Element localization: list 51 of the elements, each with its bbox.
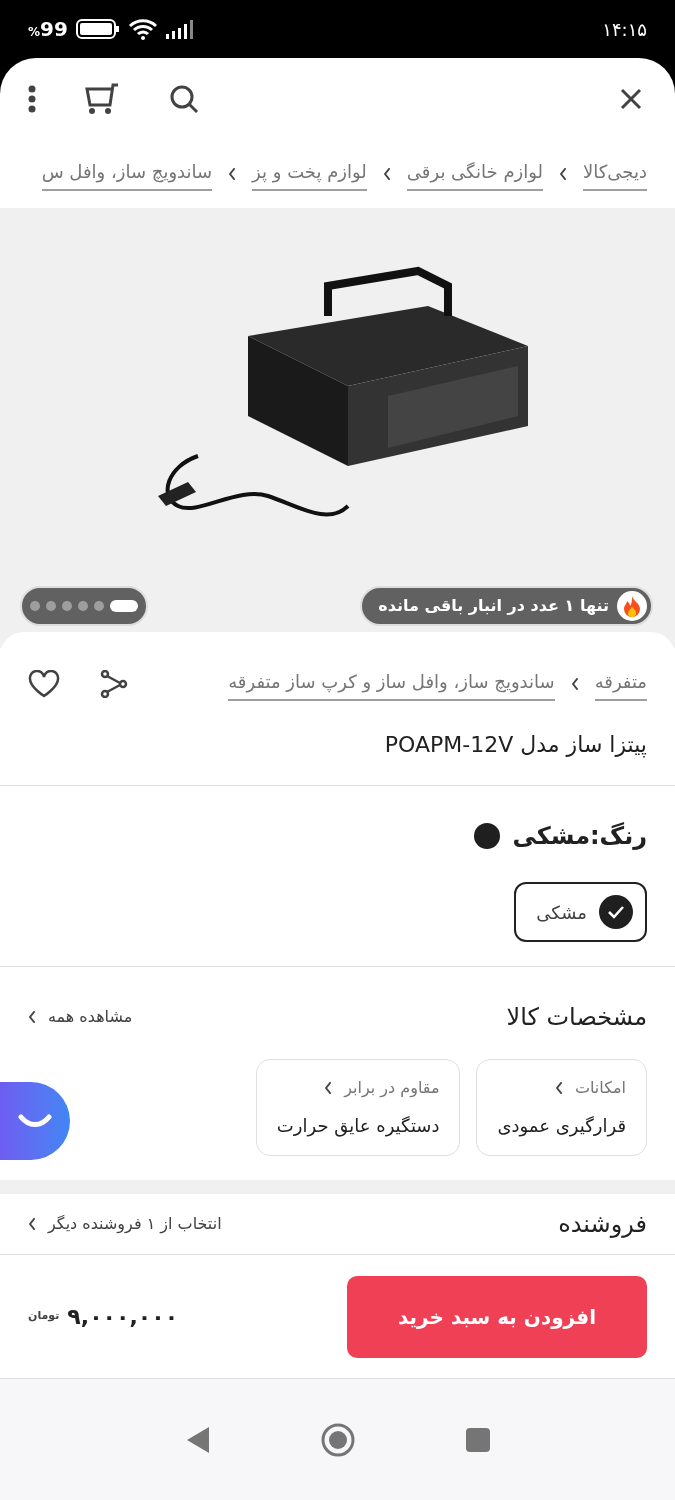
battery-icon [75, 19, 120, 39]
add-to-cart-button[interactable]: افزودن به سبد خرید [347, 1275, 647, 1358]
spec-card[interactable]: امکانات قرارگیری عمودی [476, 1059, 647, 1156]
flame-icon [623, 595, 641, 617]
stock-text: تنها ۱ عدد در انبار باقی مانده [378, 595, 609, 617]
wifi-icon [127, 18, 158, 40]
share-icon [100, 670, 128, 698]
recents-icon [464, 1426, 491, 1453]
chevron-icon [570, 678, 579, 690]
chevron-icon [228, 168, 237, 180]
clock-time: ۱۴:۱۵ [602, 17, 647, 42]
category-link[interactable]: متفرقه [594, 667, 647, 701]
smile-icon [18, 1114, 52, 1128]
chevron-icon [382, 168, 391, 180]
chevron-icon [324, 1082, 333, 1094]
section-title: فروشنده [558, 1209, 647, 1240]
color-label: رنگ:مشکی [512, 821, 647, 852]
see-all-link[interactable]: مشاهده همه [28, 1005, 133, 1029]
chevron-icon [559, 168, 568, 180]
spec-value: قرارگیری عمودی [497, 1114, 626, 1139]
home-button[interactable] [320, 1422, 355, 1457]
more-icon [28, 85, 36, 113]
breadcrumb-link[interactable]: لوازم پخت و پز [252, 157, 367, 191]
chevron-icon [28, 1011, 36, 1023]
check-icon [607, 905, 625, 919]
favorite-button[interactable] [28, 670, 60, 698]
battery-percent: %99 [28, 16, 68, 43]
recents-button[interactable] [464, 1426, 491, 1453]
search-icon [168, 83, 200, 115]
section-title: مشخصات کالا [506, 1002, 647, 1033]
category-link[interactable]: ساندویچ ساز، وافل ساز و کرپ ساز متفرقه [228, 667, 555, 701]
close-icon [619, 87, 643, 111]
color-option[interactable]: مشکی [514, 882, 647, 942]
breadcrumb-link[interactable]: لوازم خانگی برقی [406, 157, 544, 191]
chevron-icon [28, 1218, 36, 1230]
breadcrumb-link[interactable]: دیجی‌کالا [583, 157, 647, 191]
heart-icon [28, 670, 60, 698]
other-sellers-link[interactable]: انتخاب از ۱ فروشنده دیگر [28, 1212, 222, 1236]
spec-label: مقاوم در برابر [344, 1077, 440, 1100]
chevron-icon [554, 1082, 563, 1094]
spec-card[interactable]: مقاوم در برابر دستگیره عایق حرارت [255, 1059, 461, 1156]
breadcrumb-link[interactable]: ساندویچ ساز، وافل س [41, 157, 213, 191]
cart-icon [84, 83, 120, 115]
share-button[interactable] [100, 670, 128, 698]
signal-icon [165, 19, 194, 39]
spec-value: دستگیره عایق حرارت [276, 1114, 440, 1139]
home-icon [320, 1422, 355, 1457]
price: ۹,۰۰۰,۰۰۰ [67, 1303, 179, 1331]
spec-label: امکانات [574, 1077, 626, 1099]
currency-label: تومان [28, 1308, 60, 1325]
product-title: پیتزا ساز مدل POAPM-12V [383, 731, 648, 760]
